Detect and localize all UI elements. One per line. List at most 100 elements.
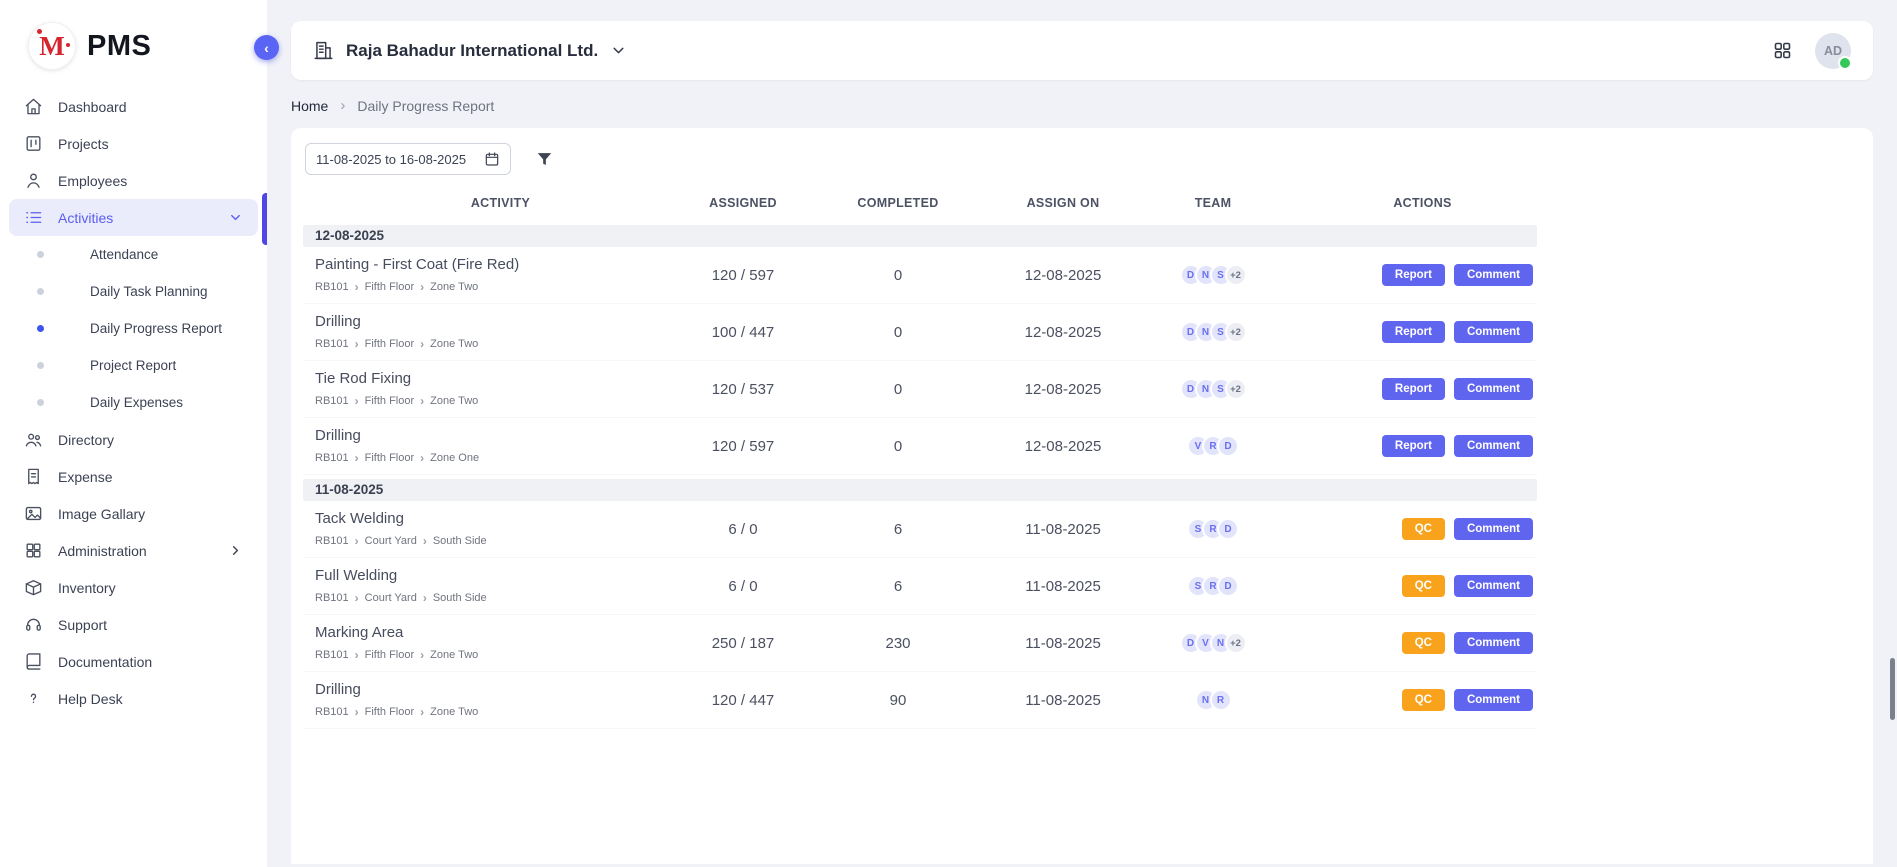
path-segment: Zone Two [430, 338, 478, 350]
comment-button[interactable]: Comment [1454, 378, 1533, 400]
company-name: Raja Bahadur International Ltd. [346, 41, 598, 61]
sidebar-collapse-button[interactable]: ‹ [254, 35, 279, 60]
sidebar-item-administration[interactable]: Administration [9, 532, 258, 569]
path-segment: RB101 [315, 706, 349, 718]
sidebar-item-support[interactable]: Support [9, 606, 258, 643]
path-segment: Fifth Floor [365, 338, 415, 350]
main-content: Raja Bahadur International Ltd. AD Home … [267, 0, 1897, 867]
breadcrumb-home[interactable]: Home [291, 98, 328, 114]
filter-toolbar: 11-08-2025 to 16-08-2025 [305, 143, 1859, 175]
home-icon [24, 97, 44, 117]
report-button[interactable]: Report [1382, 435, 1445, 457]
chevron-right-icon: › [420, 705, 424, 719]
qc-button[interactable]: QC [1402, 632, 1445, 654]
chevron-right-icon: › [355, 591, 359, 605]
comment-button[interactable]: Comment [1454, 632, 1533, 654]
path-segment: Fifth Floor [365, 395, 415, 407]
activity-path: RB101›Court Yard›South Side [315, 591, 698, 605]
date-range-input[interactable]: 11-08-2025 to 16-08-2025 [305, 143, 511, 175]
date-range-value: 11-08-2025 to 16-08-2025 [316, 152, 466, 167]
active-menu-indicator [262, 193, 267, 245]
activity-path: RB101›Fifth Floor›Zone Two [315, 280, 698, 294]
sidebar-subitem-daily-expenses[interactable]: Daily Expenses [0, 384, 267, 421]
activity-cell: Marking AreaRB101›Fifth Floor›Zone Two [303, 624, 698, 662]
sidebar-subitem-daily-task-planning[interactable]: Daily Task Planning [0, 273, 267, 310]
sidebar-item-help-desk[interactable]: Help Desk [9, 680, 258, 717]
table-row: Tack WeldingRB101›Court Yard›South Side 6… [303, 501, 1537, 558]
path-segment: Court Yard [365, 535, 417, 547]
report-button[interactable]: Report [1382, 264, 1445, 286]
team-cell: NR [1118, 689, 1308, 711]
people-icon [24, 430, 44, 450]
chevron-right-icon: › [355, 451, 359, 465]
report-button[interactable]: Report [1382, 378, 1445, 400]
comment-button[interactable]: Comment [1454, 575, 1533, 597]
receipt-icon [24, 467, 44, 487]
person-icon [24, 171, 44, 191]
sidebar-item-image-gallary[interactable]: Image Gallary [9, 495, 258, 532]
column-header-completed: COMPLETED [788, 196, 1008, 210]
qc-button[interactable]: QC [1402, 575, 1445, 597]
company-selector[interactable]: Raja Bahadur International Ltd. [313, 40, 627, 61]
team-avatar: D [1217, 435, 1239, 457]
filter-icon[interactable] [535, 150, 554, 169]
sidebar-item-projects[interactable]: Projects [9, 125, 258, 162]
assign-on-cell: 11-08-2025 [1008, 692, 1118, 709]
sidebar-subitem-project-report[interactable]: Project Report [0, 347, 267, 384]
actions-cell: QC Comment [1308, 632, 1537, 654]
image-icon [24, 504, 44, 524]
sidebar-item-dashboard[interactable]: Dashboard [9, 88, 258, 125]
team-cell: SRD [1118, 575, 1308, 597]
column-header-activity: ACTIVITY [303, 196, 698, 210]
chevron-right-icon: › [420, 394, 424, 408]
sidebar-item-inventory[interactable]: Inventory [9, 569, 258, 606]
sidebar-item-label: Image Gallary [58, 506, 145, 522]
comment-button[interactable]: Comment [1454, 435, 1533, 457]
user-avatar[interactable]: AD [1815, 33, 1851, 69]
sidebar-item-documentation[interactable]: Documentation [9, 643, 258, 680]
activity-path: RB101›Fifth Floor›Zone Two [315, 337, 698, 351]
date-group-header: 12-08-2025 [303, 225, 1537, 247]
sidebar-subitem-label: Attendance [90, 247, 158, 262]
chevron-right-icon: › [420, 337, 424, 351]
path-segment: RB101 [315, 281, 349, 293]
comment-button[interactable]: Comment [1454, 518, 1533, 540]
assigned-cell: 120 / 597 [698, 267, 788, 284]
completed-cell: 230 [788, 635, 1008, 652]
sidebar-item-directory[interactable]: Directory [9, 421, 258, 458]
scrollbar-thumb[interactable] [1890, 658, 1895, 720]
completed-cell: 0 [788, 267, 1008, 284]
sidebar-item-expense[interactable]: Expense [9, 458, 258, 495]
chevron-right-icon [228, 543, 243, 558]
sidebar-item-activities[interactable]: Activities [9, 199, 258, 236]
sidebar-subitem-attendance[interactable]: Attendance [0, 236, 267, 273]
qc-button[interactable]: QC [1402, 518, 1445, 540]
bullet-icon [37, 362, 44, 369]
comment-button[interactable]: Comment [1454, 321, 1533, 343]
sidebar-subitem-daily-progress-report[interactable]: Daily Progress Report [0, 310, 267, 347]
assigned-cell: 250 / 187 [698, 635, 788, 652]
comment-button[interactable]: Comment [1454, 689, 1533, 711]
assign-on-cell: 11-08-2025 [1008, 578, 1118, 595]
actions-cell: QC Comment [1308, 575, 1537, 597]
team-cell: DNS+2 [1118, 378, 1308, 400]
breadcrumb: Home › Daily Progress Report [291, 97, 1873, 114]
activity-path: RB101›Fifth Floor›Zone Two [315, 394, 698, 408]
completed-cell: 6 [788, 521, 1008, 538]
question-icon [24, 689, 44, 709]
activity-cell: Tack WeldingRB101›Court Yard›South Side [303, 510, 698, 548]
qc-button[interactable]: QC [1402, 689, 1445, 711]
comment-button[interactable]: Comment [1454, 264, 1533, 286]
sidebar-item-employees[interactable]: Employees [9, 162, 258, 199]
activity-cell: Painting - First Coat (Fire Red)RB101›Fi… [303, 256, 698, 294]
activity-cell: Tie Rod FixingRB101›Fifth Floor›Zone Two [303, 370, 698, 408]
report-button[interactable]: Report [1382, 321, 1445, 343]
chevron-down-icon [610, 42, 627, 59]
path-segment: Fifth Floor [365, 281, 415, 293]
activity-name: Full Welding [315, 567, 698, 584]
path-segment: Zone Two [430, 706, 478, 718]
apps-grid-icon[interactable] [1772, 40, 1793, 61]
bullet-icon [37, 399, 44, 406]
path-segment: RB101 [315, 649, 349, 661]
box-icon [24, 578, 44, 598]
